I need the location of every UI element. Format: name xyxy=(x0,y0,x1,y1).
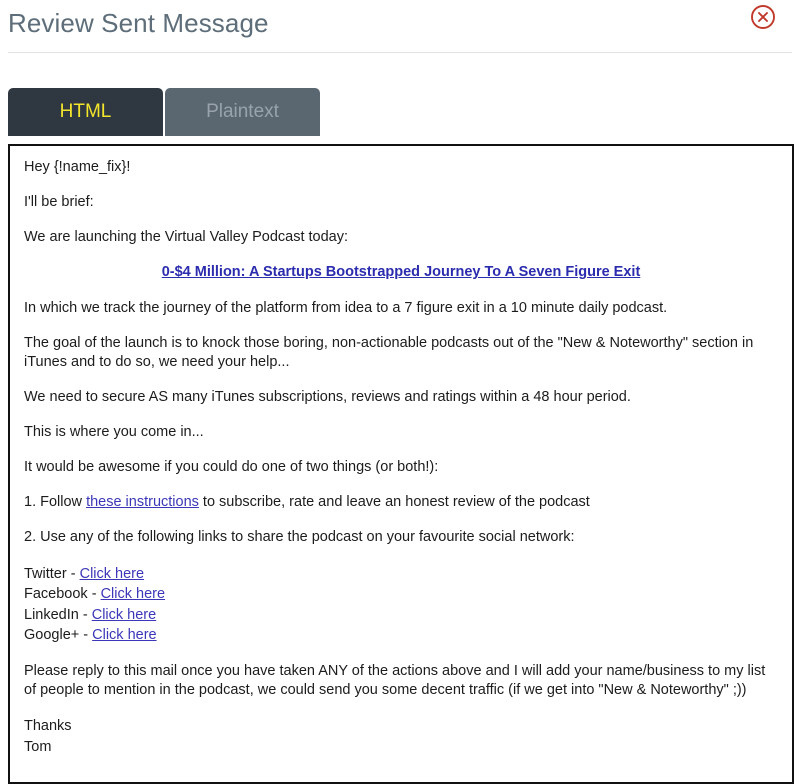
tab-plaintext-label: Plaintext xyxy=(206,101,279,122)
message-signature: Thanks Tom xyxy=(24,716,778,757)
item-1-prefix: 1. Follow xyxy=(24,494,87,511)
social-label-googleplus: Google+ - xyxy=(24,627,93,644)
message-para-awesome: It would be awesome if you could do one … xyxy=(24,459,439,476)
message-line-launch: We are launching the Virtual Valley Podc… xyxy=(24,229,349,246)
item-1-suffix: to subscribe, rate and leave an honest r… xyxy=(198,494,590,511)
these-instructions-link[interactable]: these instructions xyxy=(86,494,199,510)
close-circle-icon xyxy=(751,5,775,29)
message-para-reply: Please reply to this mail once you have … xyxy=(24,662,766,698)
close-button[interactable] xyxy=(750,4,776,30)
message-line-brief: I'll be brief: xyxy=(24,194,94,211)
tab-html-label: HTML xyxy=(59,101,112,122)
message-item-2: 2. Use any of the following links to sha… xyxy=(24,529,575,546)
social-link-row-twitter: Twitter - Click here xyxy=(24,564,778,585)
message-item-1: 1. Follow these instructions to subscrib… xyxy=(24,493,778,512)
modal-header: Review Sent Message xyxy=(0,0,800,53)
message-preview-frame: Hey {!name_fix}! I'll be brief: We are l… xyxy=(8,144,794,784)
message-para-goal: The goal of the launch is to knock those… xyxy=(24,334,754,370)
twitter-click-here-link[interactable]: Click here xyxy=(80,566,144,582)
message-greeting: Hey {!name_fix}! xyxy=(24,159,131,175)
podcast-headline-link[interactable]: 0-$4 Million: A Startups Bootstrapped Jo… xyxy=(162,264,641,280)
signature-signoff: Thanks xyxy=(24,718,72,735)
header-divider xyxy=(8,52,792,53)
message-para-track: In which we track the journey of the pla… xyxy=(24,299,668,316)
message-headline: 0-$4 Million: A Startups Bootstrapped Jo… xyxy=(24,263,778,282)
message-para-come-in: This is where you come in... xyxy=(24,424,204,440)
view-mode-tabs: HTML Plaintext xyxy=(8,88,320,136)
tab-plaintext[interactable]: Plaintext xyxy=(165,88,320,136)
message-body: Hey {!name_fix}! I'll be brief: We are l… xyxy=(10,146,792,767)
social-link-row-linkedin: LinkedIn - Click here xyxy=(24,605,778,626)
facebook-click-here-link[interactable]: Click here xyxy=(101,586,165,602)
tab-html[interactable]: HTML xyxy=(8,88,163,136)
message-para-secure: We need to secure AS many iTunes subscri… xyxy=(24,388,631,405)
page-title: Review Sent Message xyxy=(8,8,269,38)
googleplus-click-here-link[interactable]: Click here xyxy=(92,627,156,643)
signature-name: Tom xyxy=(24,738,52,755)
social-label-facebook: Facebook - xyxy=(24,586,101,603)
social-label-linkedin: LinkedIn - xyxy=(24,606,92,623)
social-link-row-facebook: Facebook - Click here xyxy=(24,584,778,605)
linkedin-click-here-link[interactable]: Click here xyxy=(92,607,156,623)
social-link-row-googleplus: Google+ - Click here xyxy=(24,625,778,646)
social-share-links: Twitter - Click here Facebook - Click he… xyxy=(24,564,778,646)
social-label-twitter: Twitter - xyxy=(24,565,80,582)
